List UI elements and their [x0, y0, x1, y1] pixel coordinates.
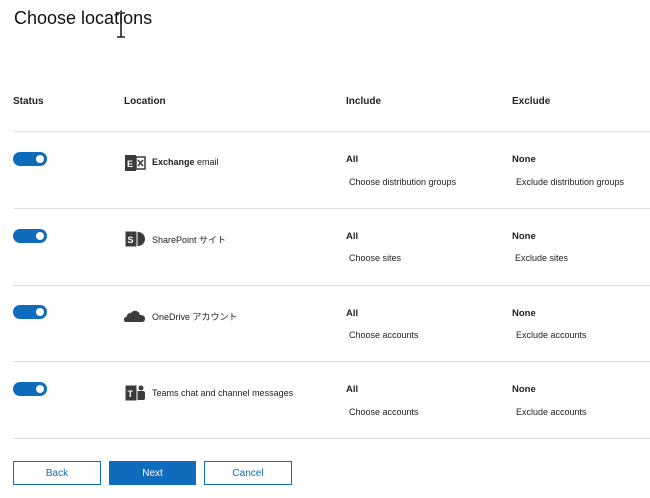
column-header-exclude: Exclude	[512, 96, 551, 107]
exclude-accounts-link[interactable]: Exclude accounts	[513, 329, 590, 341]
include-value: All	[346, 154, 359, 165]
include-value: All	[346, 231, 359, 242]
svg-text:S: S	[128, 235, 134, 245]
next-button[interactable]: Next	[109, 461, 196, 485]
row-divider	[13, 361, 650, 362]
column-header-location: Location	[124, 96, 166, 107]
cancel-button[interactable]: Cancel	[204, 461, 292, 485]
row-divider	[13, 285, 650, 286]
column-header-include: Include	[346, 96, 382, 107]
exclude-value: None	[512, 384, 536, 395]
exclude-value: None	[512, 154, 536, 165]
svg-text:E: E	[127, 159, 133, 169]
status-toggle[interactable]	[13, 229, 47, 243]
status-toggle[interactable]	[13, 152, 47, 166]
svg-text:T: T	[128, 389, 134, 399]
page-title: Choose locations	[14, 8, 153, 28]
exclude-distribution-groups-link[interactable]: Exclude distribution groups	[513, 176, 628, 188]
text-cursor-icon	[117, 12, 125, 38]
status-toggle[interactable]	[13, 382, 47, 396]
exclude-sites-link[interactable]: Exclude sites	[512, 252, 572, 264]
include-value: All	[346, 384, 359, 395]
exclude-value: None	[512, 308, 536, 319]
column-header-status: Status	[13, 96, 44, 107]
status-toggle[interactable]	[13, 305, 47, 319]
choose-accounts-link[interactable]: Choose accounts	[346, 406, 422, 418]
exchange-icon: E	[125, 155, 146, 171]
sharepoint-icon: S	[124, 230, 145, 248]
location-label: OneDrive アカウント	[152, 312, 238, 322]
location-label: Teams chat and channel messages	[152, 388, 294, 398]
exclude-accounts-link[interactable]: Exclude accounts	[513, 406, 590, 418]
back-button[interactable]: Back	[13, 461, 101, 485]
choose-distribution-groups-link[interactable]: Choose distribution groups	[346, 176, 460, 188]
include-value: All	[346, 308, 359, 319]
location-label: SharePoint サイト	[152, 235, 227, 245]
choose-accounts-link[interactable]: Choose accounts	[346, 329, 422, 341]
onedrive-icon	[124, 310, 145, 322]
choose-sites-link[interactable]: Choose sites	[346, 252, 405, 264]
row-divider	[13, 208, 650, 209]
header-divider	[13, 131, 650, 132]
teams-icon: T	[124, 384, 145, 402]
location-label: Exchange email	[152, 157, 219, 167]
row-divider	[13, 438, 650, 439]
exclude-value: None	[512, 231, 536, 242]
